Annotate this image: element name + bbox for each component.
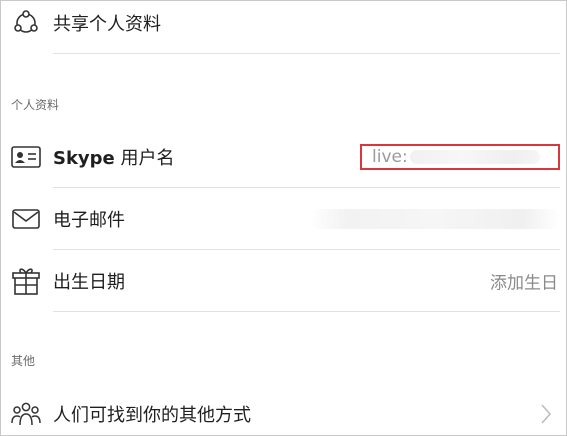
share-nodes-icon: [11, 8, 41, 38]
skype-name-label: Skype 用户名: [53, 144, 175, 170]
email-row[interactable]: 电子邮件: [1, 189, 566, 249]
skype-name-value: live:: [372, 147, 408, 167]
envelope-icon: [11, 204, 41, 234]
skype-name-value-highlight[interactable]: live:: [360, 144, 560, 170]
people-group-icon: [11, 399, 41, 429]
skype-brand-text: Skype: [53, 148, 115, 169]
other-ways-row[interactable]: 人们可找到你的其他方式: [1, 384, 566, 435]
gift-icon: [11, 266, 41, 296]
section-header-profile: 个人资料: [11, 98, 60, 112]
email-label: 电子邮件: [53, 210, 125, 231]
id-card-icon: [11, 142, 41, 172]
birthday-row[interactable]: 出生日期 添加生日: [1, 251, 566, 311]
profile-settings-panel: 共享个人资料 个人资料 Skype 用户名 live: 电子邮件 出生日期 添加…: [0, 0, 567, 436]
divider: [53, 249, 560, 250]
divider: [53, 53, 560, 54]
share-profile-row[interactable]: 共享个人资料: [1, 1, 566, 53]
share-profile-label: 共享个人资料: [53, 14, 161, 35]
divider: [53, 187, 560, 188]
redacted-value: [409, 150, 540, 164]
skype-name-row[interactable]: Skype 用户名 live:: [1, 127, 566, 187]
section-header-other: 其他: [11, 354, 36, 368]
birthday-label: 出生日期: [53, 272, 125, 293]
redacted-email-value: [310, 209, 560, 229]
divider: [53, 311, 560, 312]
chevron-right-icon: [538, 402, 554, 426]
other-ways-label: 人们可找到你的其他方式: [53, 405, 251, 426]
add-birthday-link[interactable]: 添加生日: [490, 269, 558, 294]
skype-name-suffix: 用户名: [114, 148, 175, 169]
